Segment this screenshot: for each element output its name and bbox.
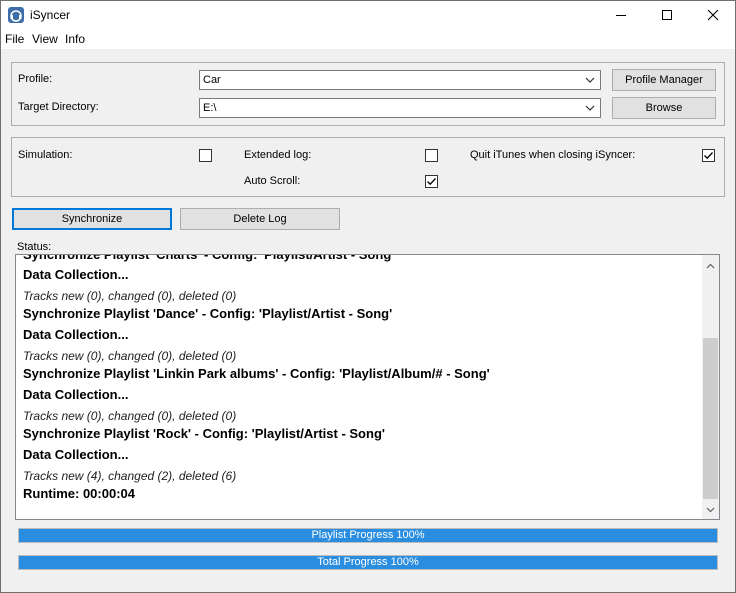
delete-log-button[interactable]: Delete Log [180,208,340,230]
checkmark-icon [427,178,436,186]
log-line: Tracks new (0), changed (0), deleted (0) [23,409,237,423]
log-line: Runtime: 00:00:04 [23,486,135,501]
profile-combo[interactable]: Car [199,70,601,90]
chevron-down-icon [585,77,595,83]
total-progress-label: Total Progress 100% [317,556,419,568]
close-button[interactable] [690,0,736,30]
status-label: Status: [17,241,52,253]
scrollbar-thumb[interactable] [703,338,718,499]
synchronize-button[interactable]: Synchronize [12,208,172,230]
scroll-down-icon[interactable] [706,507,715,513]
log-line: Data Collection... [23,387,129,402]
status-scrollbar[interactable] [702,255,719,519]
checkmark-icon [704,152,713,160]
simulation-checkbox[interactable] [199,149,212,162]
log-line: Synchronize Playlist 'Rock' - Config: 'P… [23,426,385,441]
profile-value: Car [203,74,221,86]
profile-label: Profile: [18,73,53,85]
extended-log-checkbox[interactable] [425,149,438,162]
log-line: Tracks new (4), changed (2), deleted (6) [23,469,237,483]
minimize-button[interactable] [598,0,644,30]
close-icon [707,9,719,21]
target-directory-value: E:\ [203,102,217,114]
title-bar: iSyncer [0,0,736,30]
log-line: Synchronize Playlist 'Linkin Park albums… [23,366,490,381]
log-line: Tracks new (0), changed (0), deleted (0) [23,349,237,363]
log-line: Synchronize Playlist 'Charts' - Config: … [23,254,395,262]
menu-view[interactable]: View [32,32,58,46]
log-line: Tracks new (0), changed (0), deleted (0) [23,289,237,303]
app-icon [8,7,24,23]
log-line: Synchronize Playlist 'Dance' - Config: '… [23,306,393,321]
maximize-button[interactable] [644,0,690,30]
window-title: iSyncer [30,8,71,22]
quit-itunes-checkbox[interactable] [702,149,715,162]
menu-file[interactable]: File [5,32,24,46]
scroll-up-icon[interactable] [706,263,715,269]
quit-itunes-label: Quit iTunes when closing iSyncer: [470,149,636,161]
profile-manager-button[interactable]: Profile Manager [612,69,716,91]
profile-group: Profile: Car Profile Manager Target Dire… [11,62,725,126]
options-group: Simulation: Extended log: Quit iTunes wh… [11,137,725,197]
minimize-icon [616,15,626,16]
total-progress-bar: Total Progress 100% [18,555,718,570]
browse-button[interactable]: Browse [612,97,716,119]
target-directory-label: Target Directory: [18,101,99,113]
menu-bar: File View Info [0,30,736,49]
extended-log-label: Extended log: [244,149,312,161]
log-line: Data Collection... [23,447,129,462]
auto-scroll-checkbox[interactable] [425,175,438,188]
status-log[interactable]: Synchronize Playlist 'Charts' - Config: … [15,254,720,520]
maximize-icon [662,10,672,20]
auto-scroll-label: Auto Scroll: [244,175,301,187]
target-directory-combo[interactable]: E:\ [199,98,601,118]
playlist-progress-bar: Playlist Progress 100% [18,528,718,543]
log-line: Data Collection... [23,327,129,342]
chevron-down-icon [585,105,595,111]
playlist-progress-label: Playlist Progress 100% [311,529,425,541]
simulation-label: Simulation: [18,149,73,161]
log-line: Data Collection... [23,267,129,282]
menu-info[interactable]: Info [65,32,85,46]
